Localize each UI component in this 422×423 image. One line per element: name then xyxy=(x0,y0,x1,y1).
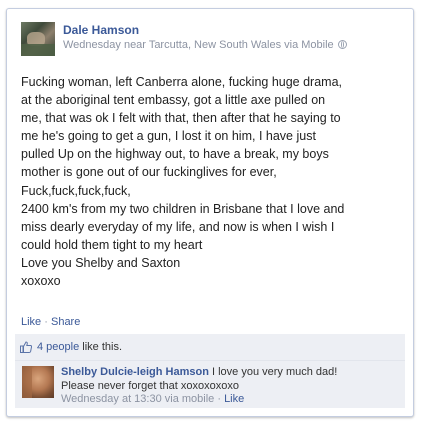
likes-suffix: like this. xyxy=(79,341,123,353)
message-line: miss dearly everyday of my life, and now… xyxy=(21,219,335,234)
thumbs-up-icon xyxy=(20,341,32,353)
comment-timestamp: Wednesday at 13:30 via mobile · xyxy=(61,393,225,405)
comment-meta: Wednesday at 13:30 via mobile · Like xyxy=(61,393,337,407)
story-timestamp-location[interactable]: Wednesday near Tarcutta, New South Wales… xyxy=(63,39,334,51)
message-line: at the aboriginal tent embassy, got a li… xyxy=(21,93,326,108)
comment-body: Shelby Dulcie-leigh Hamson I love you ve… xyxy=(61,366,337,407)
message-line: 2400 km's from my two children in Brisba… xyxy=(21,201,345,216)
message-line: me he's going to get a gun, I lost it on… xyxy=(21,129,316,144)
comment-text-line: Please never forget that xoxoxoxoxo xyxy=(61,379,239,392)
story-message: Fucking woman, left Canberra alone, fuck… xyxy=(21,73,401,290)
action-separator: · xyxy=(44,316,48,328)
author-name-link[interactable]: Dale Hamson xyxy=(63,23,139,37)
comment-item: Shelby Dulcie-leigh Hamson I love you ve… xyxy=(15,361,405,413)
comment-text-line: I love you very much dad! xyxy=(208,366,338,378)
like-link[interactable]: Like xyxy=(21,316,41,328)
commenter-avatar[interactable] xyxy=(22,366,54,398)
message-line: pulled Up on the highway out, to have a … xyxy=(21,147,329,162)
message-line: Fucking woman, left Canberra alone, fuck… xyxy=(21,75,343,89)
likes-count-link[interactable]: 4 people xyxy=(37,341,79,353)
story-actions: Like · Share xyxy=(21,316,80,328)
message-line: mother is gone out of our fuckinglives f… xyxy=(21,165,277,180)
share-link[interactable]: Share xyxy=(51,316,80,328)
ufi-feedback: 4 people like this. Shelby Dulcie-leigh … xyxy=(15,334,405,408)
message-line: xoxoxo xyxy=(21,274,61,289)
author-avatar[interactable] xyxy=(21,22,55,56)
message-line: could hold them tight to my heart xyxy=(21,237,203,252)
commenter-name-link[interactable]: Shelby Dulcie-leigh Hamson xyxy=(61,366,209,378)
likes-text: 4 people like this. xyxy=(37,341,122,353)
comment-like-link[interactable]: Like xyxy=(224,393,244,405)
message-line: me, that was ok I felt with that, then a… xyxy=(21,111,341,126)
feed-story: Dale Hamson Wednesday near Tarcutta, New… xyxy=(6,8,414,417)
likes-summary: 4 people like this. xyxy=(15,334,405,361)
story-meta: Wednesday near Tarcutta, New South Wales… xyxy=(63,39,347,51)
message-line: Love you Shelby and Saxton xyxy=(21,255,181,270)
globe-icon[interactable] xyxy=(337,40,347,49)
story-header: Dale Hamson Wednesday near Tarcutta, New… xyxy=(21,22,403,58)
message-line: Fuck,fuck,fuck,fuck, xyxy=(21,183,131,198)
